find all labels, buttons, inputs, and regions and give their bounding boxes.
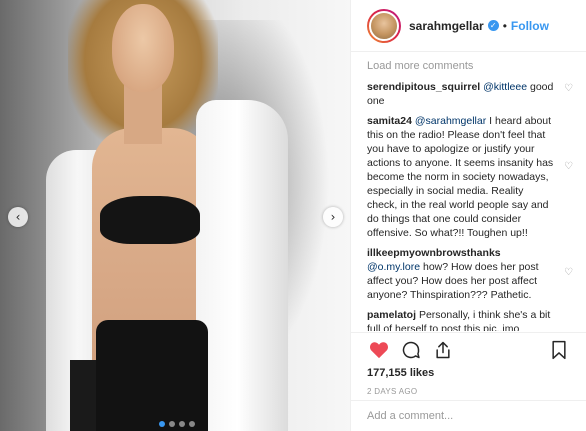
comment-username[interactable]: illkeepmyownbrowsthanks bbox=[367, 247, 501, 259]
comment-username[interactable]: serendipitous_squirrel bbox=[367, 81, 480, 93]
comment-like-heart-icon[interactable]: ♡ bbox=[564, 82, 573, 96]
comment-text: I heard about this on the radio! Please … bbox=[367, 115, 554, 239]
carousel-next-button[interactable]: › bbox=[323, 207, 343, 227]
comment-icon bbox=[402, 341, 420, 359]
like-count[interactable]: 177,155 likes bbox=[367, 367, 571, 383]
carousel-dots bbox=[159, 421, 195, 427]
comment-item: serendipitous_squirrel @kittleee good on… bbox=[367, 80, 586, 108]
photo-face bbox=[112, 4, 174, 92]
chevron-left-icon: ‹ bbox=[15, 210, 21, 224]
follow-button[interactable]: Follow bbox=[511, 19, 549, 33]
comment-mention[interactable]: @kittleee bbox=[483, 81, 527, 93]
add-comment-input[interactable]: Add a comment... bbox=[351, 400, 586, 431]
save-button[interactable] bbox=[547, 338, 571, 362]
bookmark-icon bbox=[552, 340, 566, 360]
comment-mention[interactable]: @o.my.lore bbox=[367, 261, 420, 273]
comment-username[interactable]: pamelatoj bbox=[367, 309, 416, 321]
post-timestamp[interactable]: 2 DAYS AGO bbox=[367, 387, 571, 396]
post-sidebar: sarahmgellar ✓ • Follow Load more commen… bbox=[350, 0, 586, 431]
post-photo[interactable]: ‹ › bbox=[0, 0, 350, 431]
share-icon bbox=[436, 341, 450, 359]
comment-like-heart-icon[interactable]: ♡ bbox=[564, 160, 573, 174]
comment-username[interactable]: samita24 bbox=[367, 115, 412, 127]
verified-badge-icon: ✓ bbox=[487, 20, 499, 31]
comment-item: samita24 @sarahmgellar I heard about thi… bbox=[367, 114, 586, 240]
photo-shirt-right bbox=[196, 100, 288, 431]
chevron-right-icon: › bbox=[330, 210, 336, 224]
carousel-dot bbox=[159, 421, 165, 427]
carousel-dot bbox=[189, 421, 195, 427]
post-username[interactable]: sarahmgellar bbox=[409, 19, 484, 33]
comments-list[interactable]: Load more comments serendipitous_squirre… bbox=[351, 53, 586, 331]
share-button[interactable] bbox=[431, 338, 455, 362]
carousel-dot bbox=[179, 421, 185, 427]
avatar-story-ring[interactable] bbox=[367, 8, 401, 43]
photo-neck bbox=[124, 84, 162, 144]
like-button[interactable] bbox=[367, 338, 391, 362]
post-actions: 177,155 likes 2 DAYS AGO bbox=[351, 332, 586, 396]
load-more-comments-link[interactable]: Load more comments bbox=[367, 60, 586, 74]
action-icons-row bbox=[367, 333, 571, 367]
comment-item: pamelatoj Personally, i think she's a bi… bbox=[367, 308, 586, 331]
heart-icon bbox=[370, 342, 388, 359]
comment-item: illkeepmyownbrowsthanks @o.my.lore how? … bbox=[367, 246, 586, 302]
carousel-dot bbox=[169, 421, 175, 427]
comment-like-heart-icon[interactable]: ♡ bbox=[564, 266, 573, 280]
header-separator: • bbox=[502, 18, 507, 33]
photo-bra bbox=[100, 196, 200, 244]
comment-button[interactable] bbox=[399, 338, 423, 362]
photo-brief bbox=[96, 320, 208, 431]
carousel-prev-button[interactable]: ‹ bbox=[8, 207, 28, 227]
post-header: sarahmgellar ✓ • Follow bbox=[351, 0, 586, 52]
comment-mention[interactable]: @sarahmgellar bbox=[415, 115, 486, 127]
avatar[interactable] bbox=[369, 10, 399, 41]
